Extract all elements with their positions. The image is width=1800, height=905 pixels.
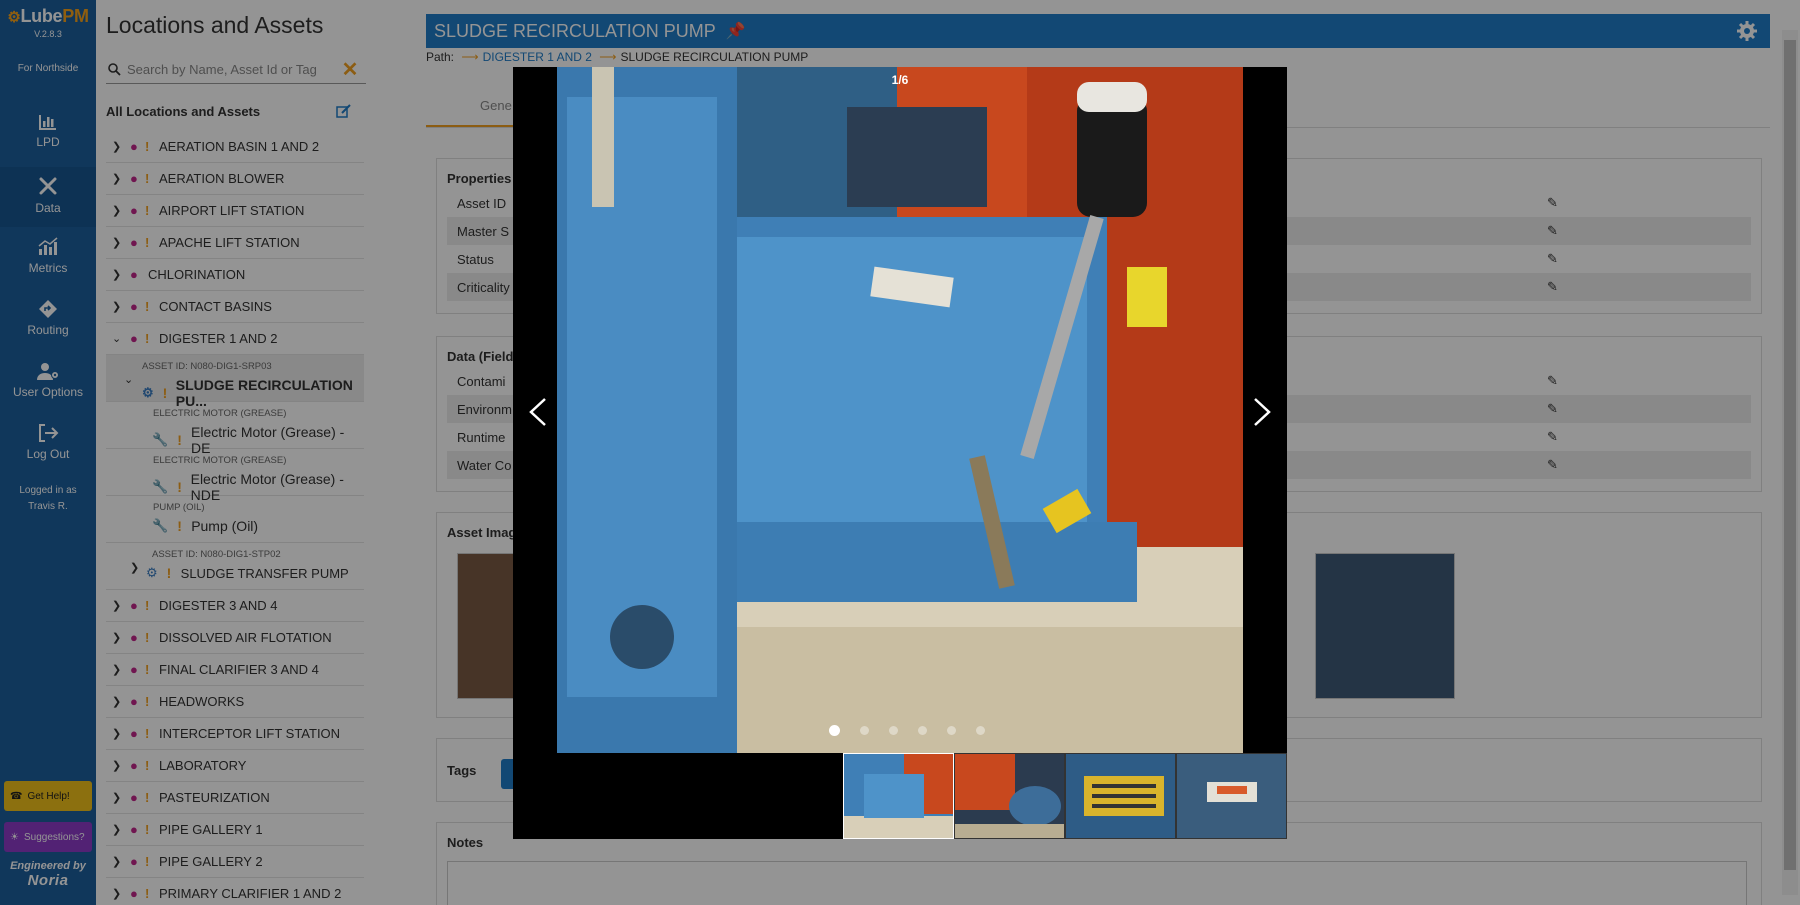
image-lightbox: 1/6 (513, 67, 1287, 839)
thumbnail[interactable] (1176, 753, 1287, 839)
pagination-dot[interactable] (947, 726, 956, 735)
thumbnail-selected[interactable] (843, 753, 954, 839)
pagination-dot[interactable] (860, 726, 869, 735)
image-pagination (829, 725, 985, 736)
lightbox-image (557, 67, 1243, 753)
chevron-left-icon (529, 398, 546, 426)
pagination-dot[interactable] (918, 726, 927, 735)
image-counter: 1/6 (891, 73, 909, 87)
next-image-button[interactable] (1241, 387, 1281, 437)
thumbnail-strip (843, 753, 1287, 839)
thumbnail[interactable] (1065, 753, 1176, 839)
pagination-dot-active[interactable] (829, 725, 840, 736)
pagination-dot[interactable] (976, 726, 985, 735)
previous-image-button[interactable] (519, 387, 559, 437)
pagination-dot[interactable] (889, 726, 898, 735)
chevron-right-icon (1254, 398, 1271, 426)
app-root: ⚙LubePM V.2.8.3 For Northside LPD Data M… (0, 0, 1800, 905)
thumbnail[interactable] (954, 753, 1065, 839)
